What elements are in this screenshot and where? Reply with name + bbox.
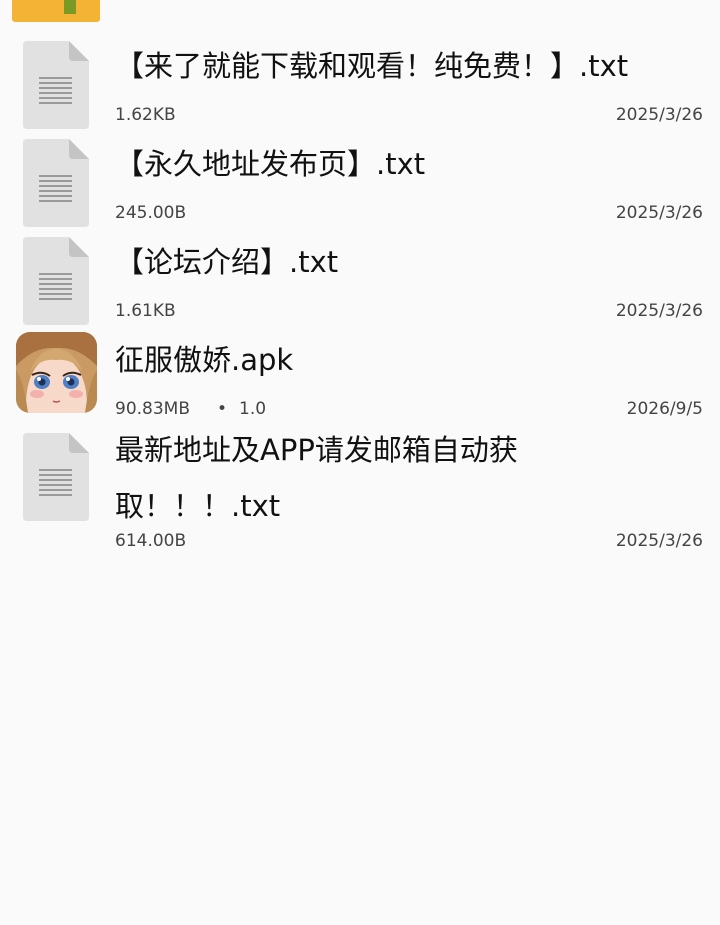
file-date: 2026/9/5 [626,399,703,419]
file-name: 【论坛介绍】.txt [115,245,339,279]
folder-tab [64,0,76,14]
file-name: 【来了就能下载和观看！纯免费！】.txt [115,49,629,83]
text-document-icon [23,41,89,129]
file-name: 征服傲娇.apk [115,343,294,377]
file-date: 2025/3/26 [615,531,703,551]
file-list: 【来了就能下载和观看！纯免费！】.txt 1.62KB 2025/3/26 【永… [0,36,720,560]
text-document-icon [23,237,89,325]
file-row[interactable]: 最新地址及APP请发邮箱自动获取！！！.txt 614.00B 2025/3/2… [0,428,720,560]
file-date: 2025/3/26 [615,105,703,125]
file-size-version: 90.83MB • 1.0 [115,399,266,419]
app-version: 1.0 [239,399,267,419]
file-size-value: 90.83MB [115,399,190,419]
file-date: 2025/3/26 [615,301,703,321]
anime-girl-app-icon [16,332,97,413]
file-row[interactable]: 【永久地址发布页】.txt 245.00B 2025/3/26 [0,134,720,232]
file-size: 614.00B [115,531,187,551]
file-name: 最新地址及APP请发邮箱自动获取！！！.txt [115,433,518,523]
file-date: 2025/3/26 [615,203,703,223]
text-document-icon [23,433,89,521]
file-row[interactable]: 【来了就能下载和观看！纯免费！】.txt 1.62KB 2025/3/26 [0,36,720,134]
folder-icon[interactable] [12,0,100,22]
file-size: 1.61KB [115,301,176,321]
file-row[interactable]: 【论坛介绍】.txt 1.61KB 2025/3/26 [0,232,720,330]
file-size: 1.62KB [115,105,176,125]
separator-dot: • [217,399,228,419]
text-document-icon [23,139,89,227]
file-name: 【永久地址发布页】.txt [115,147,426,181]
file-size: 245.00B [115,203,187,223]
file-row[interactable]: 征服傲娇.apk 90.83MB • 1.0 2026/9/5 [0,330,720,428]
